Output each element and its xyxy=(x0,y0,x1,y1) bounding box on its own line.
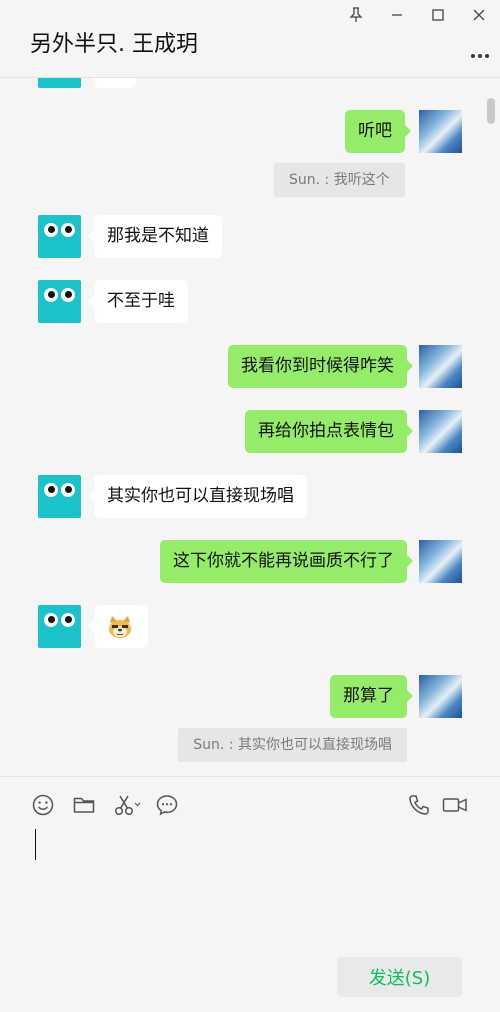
message-bubble[interactable]: 那算了 xyxy=(330,675,413,718)
chat-header: 另外半只. 王成玥 xyxy=(0,0,500,78)
my-avatar[interactable] xyxy=(419,675,462,718)
folder-icon[interactable] xyxy=(72,793,96,817)
contact-avatar[interactable] xyxy=(38,280,81,323)
eye-icon xyxy=(44,613,58,627)
my-avatar[interactable] xyxy=(419,540,462,583)
my-avatar[interactable] xyxy=(419,410,462,453)
eye-icon xyxy=(61,223,75,237)
contact-avatar[interactable] xyxy=(38,605,81,648)
eye-icon xyxy=(44,288,58,302)
eye-icon xyxy=(44,483,58,497)
message-bubble[interactable]: 其实你也可以直接现场唱 xyxy=(88,475,307,518)
message-bubble[interactable]: 再给你拍点表情包 xyxy=(245,410,413,453)
eye-icon xyxy=(61,483,75,497)
eye-icon xyxy=(61,613,75,627)
message-bubble[interactable]: 这下你就不能再说画质不行了 xyxy=(160,540,413,583)
more-dots-icon[interactable] xyxy=(470,44,490,63)
minimize-icon[interactable] xyxy=(384,4,410,26)
scrollbar-thumb[interactable] xyxy=(487,98,495,124)
close-icon[interactable] xyxy=(466,4,492,26)
contact-avatar[interactable] xyxy=(38,78,81,88)
pin-icon[interactable] xyxy=(343,4,369,26)
contact-avatar[interactable] xyxy=(38,475,81,518)
composer-panel: 发送(S) xyxy=(0,776,500,1012)
video-call-icon[interactable] xyxy=(442,793,468,817)
phone-icon[interactable] xyxy=(407,793,431,817)
message-bubble[interactable]: 不至于哇 xyxy=(88,280,188,323)
message-bubble[interactable]: 我看你到时候得咋笑 xyxy=(228,345,413,388)
my-avatar[interactable] xyxy=(419,345,462,388)
emoji-message-bubble[interactable] xyxy=(88,605,148,648)
maximize-icon[interactable] xyxy=(425,4,451,26)
chat-history-icon[interactable] xyxy=(155,793,179,817)
my-avatar[interactable] xyxy=(419,110,462,153)
doge-emoji xyxy=(109,616,131,638)
send-button[interactable]: 发送(S) xyxy=(337,957,462,997)
message-bubble[interactable]: 那我是不知道 xyxy=(88,215,222,258)
message-list[interactable]: 听吧 Sun. : 我听这个 那我是不知道 不至于哇 我看你到时候得咋笑 再给你… xyxy=(0,78,500,776)
message-bubble[interactable]: 听吧 xyxy=(345,110,411,153)
chat-title: 另外半只. 王成玥 xyxy=(30,32,198,57)
quoted-message[interactable]: Sun. : 其实你也可以直接现场唱 xyxy=(178,728,407,762)
eye-icon xyxy=(44,223,58,237)
eye-icon xyxy=(61,288,75,302)
quoted-message[interactable]: Sun. : 我听这个 xyxy=(274,163,405,197)
scissors-icon[interactable] xyxy=(113,793,141,817)
emoji-icon[interactable] xyxy=(31,793,55,817)
message-input[interactable] xyxy=(20,825,480,945)
message-bubble[interactable] xyxy=(94,78,136,88)
contact-avatar[interactable] xyxy=(38,215,81,258)
